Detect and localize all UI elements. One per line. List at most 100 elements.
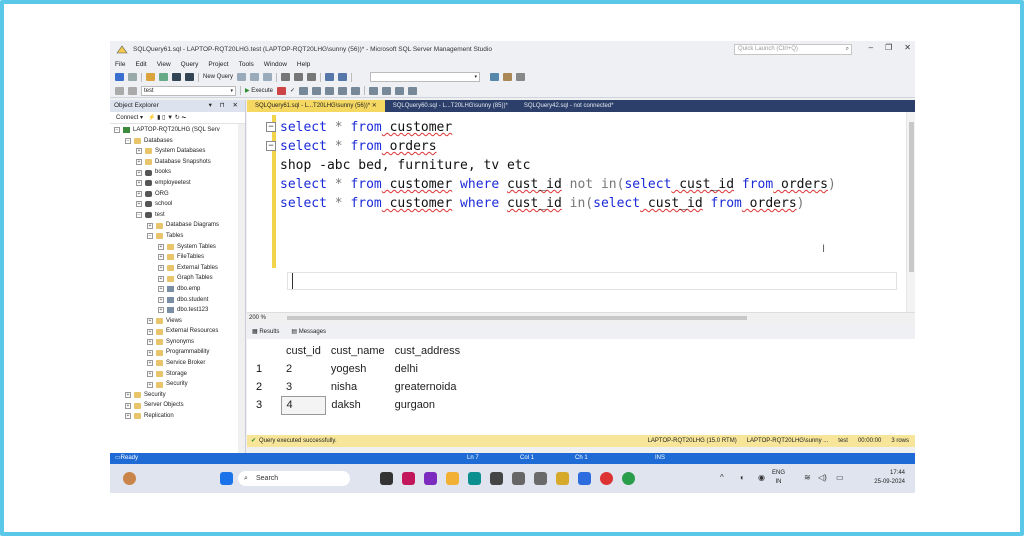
tree-node[interactable]: + Programmability: [110, 347, 245, 358]
code-line[interactable]: − select * from orders: [266, 137, 836, 156]
grid-cell[interactable]: delhi: [390, 360, 465, 378]
row-number[interactable]: 2: [251, 378, 281, 396]
connect-button[interactable]: Connect ▾: [116, 115, 143, 121]
menu-help[interactable]: Help: [297, 61, 310, 68]
tree-node[interactable]: + System Tables: [110, 242, 245, 253]
grid-cell[interactable]: greaternoida: [390, 378, 465, 396]
tree-node[interactable]: + External Tables: [110, 263, 245, 274]
properties-icon[interactable]: [490, 73, 500, 81]
fold-toggle-icon[interactable]: −: [266, 122, 276, 132]
expand-icon[interactable]: +: [147, 370, 153, 377]
tree-node[interactable]: + External Resources: [110, 326, 245, 337]
fold-toggle-icon[interactable]: −: [266, 141, 276, 151]
expand-icon[interactable]: +: [147, 328, 153, 335]
tray-app-icon-2[interactable]: ◉: [758, 473, 765, 482]
collapse-icon[interactable]: −: [136, 212, 142, 219]
tree-node[interactable]: + Views: [110, 316, 245, 327]
expand-icon[interactable]: +: [158, 286, 164, 293]
redo-icon[interactable]: [338, 73, 348, 81]
tree-node[interactable]: + System Databases: [110, 146, 245, 157]
connect-icon[interactable]: [115, 86, 124, 95]
paste-icon[interactable]: [307, 73, 317, 81]
collapse-icon[interactable]: −: [125, 137, 131, 144]
expand-icon[interactable]: +: [158, 307, 164, 314]
solution-config-dropdown[interactable]: ▾: [370, 72, 481, 82]
tree-node[interactable]: − Tables: [110, 231, 245, 242]
app-icon-blue[interactable]: [578, 472, 591, 485]
tree-node[interactable]: + Security: [110, 390, 245, 401]
open-file-icon[interactable]: [159, 73, 168, 81]
menu-query[interactable]: Query: [181, 61, 199, 68]
quick-launch-input[interactable]: Quick Launch (Ctrl+Q) ⌕: [734, 44, 852, 55]
query-editor[interactable]: − select * from customer − select * from or…: [247, 112, 915, 322]
back-icon[interactable]: [115, 73, 124, 81]
tree-node[interactable]: + Server Objects: [110, 400, 245, 411]
edge-icon[interactable]: [468, 472, 481, 485]
expand-icon[interactable]: +: [136, 201, 142, 208]
chevron-up-icon[interactable]: ^: [720, 473, 724, 482]
grid-cell[interactable]: daksh: [326, 396, 390, 414]
results-grid-icon[interactable]: [338, 86, 348, 95]
column-header[interactable]: cust_address: [390, 342, 465, 360]
menu-view[interactable]: View: [157, 61, 171, 68]
grid-cell[interactable]: gurgaon: [390, 396, 465, 414]
new-query-button[interactable]: New Query: [203, 74, 233, 80]
tab-sqlquery42[interactable]: SQLQuery42.sql - not connected*: [516, 100, 622, 112]
change-connection-icon[interactable]: [128, 86, 137, 95]
wifi-icon[interactable]: ≋: [804, 473, 811, 482]
code-line[interactable]: shop -abc bed, furniture, tv etc: [280, 156, 836, 175]
tree-node[interactable]: + books: [110, 167, 245, 178]
grid-cell[interactable]: 3: [281, 378, 326, 396]
tree-node[interactable]: + dbo.student: [110, 295, 245, 306]
chrome-icon[interactable]: [622, 472, 635, 485]
row-number[interactable]: 1: [251, 360, 281, 378]
ssms-taskbar-icon[interactable]: [556, 472, 569, 485]
menu-tools[interactable]: Tools: [239, 61, 254, 68]
expand-icon[interactable]: +: [136, 190, 142, 197]
expand-icon[interactable]: +: [147, 222, 153, 229]
tree-node[interactable]: + Database Snapshots: [110, 157, 245, 168]
column-header[interactable]: cust_id: [281, 342, 326, 360]
execute-button[interactable]: ▶ Execute: [245, 87, 273, 94]
code-line[interactable]: select * from customer where cust_id not…: [280, 175, 836, 194]
outdent-icon[interactable]: [408, 86, 418, 95]
editor-vertical-scrollbar[interactable]: [906, 112, 915, 312]
grid-cell[interactable]: yogesh: [326, 360, 390, 378]
parse-icon[interactable]: ✓: [290, 87, 295, 94]
grid-cell-selected[interactable]: 4: [280, 395, 327, 415]
results-text-icon[interactable]: [351, 86, 361, 95]
tab-messages[interactable]: ▤ Messages: [291, 326, 326, 339]
expand-icon[interactable]: +: [125, 402, 131, 409]
copy-icon[interactable]: [294, 73, 304, 81]
tree-node[interactable]: + Database Diagrams: [110, 220, 245, 231]
grid-cell[interactable]: 2: [281, 360, 326, 378]
close-icon[interactable]: ✕: [904, 43, 911, 52]
minimize-icon[interactable]: –: [869, 43, 873, 52]
db-engine-query-icon[interactable]: [237, 73, 247, 81]
comment-icon[interactable]: [369, 86, 379, 95]
save-icon[interactable]: [172, 73, 181, 81]
tree-node[interactable]: + dbo.test123: [110, 305, 245, 316]
undo-icon[interactable]: [325, 73, 335, 81]
object-explorer-scrollbar[interactable]: [238, 124, 245, 453]
maximize-icon[interactable]: ❐: [885, 43, 892, 52]
store-icon[interactable]: [490, 472, 503, 485]
teams-icon[interactable]: [424, 472, 437, 485]
app-icon-network[interactable]: [534, 472, 547, 485]
tree-node[interactable]: + FileTables: [110, 252, 245, 263]
dmx-query-icon[interactable]: [263, 73, 273, 81]
menu-window[interactable]: Window: [264, 61, 287, 68]
collapse-icon[interactable]: −: [114, 127, 120, 134]
expand-icon[interactable]: +: [125, 392, 131, 399]
tab-sqlquery61[interactable]: SQLQuery61.sql - L...T20LHG\sunny (56))*…: [247, 100, 385, 112]
menu-file[interactable]: File: [115, 61, 125, 68]
expand-icon[interactable]: +: [147, 349, 153, 356]
volume-icon[interactable]: ◁): [818, 473, 827, 482]
clock[interactable]: 17:44 25-09-2024: [874, 469, 905, 487]
expand-icon[interactable]: +: [158, 265, 164, 272]
weather-icon[interactable]: [123, 472, 136, 485]
expand-icon[interactable]: +: [136, 180, 142, 187]
code-line[interactable]: select * from customer where cust_id in(…: [280, 194, 836, 213]
tree-node[interactable]: + Synonyms: [110, 337, 245, 348]
include-plan-icon[interactable]: [325, 86, 335, 95]
